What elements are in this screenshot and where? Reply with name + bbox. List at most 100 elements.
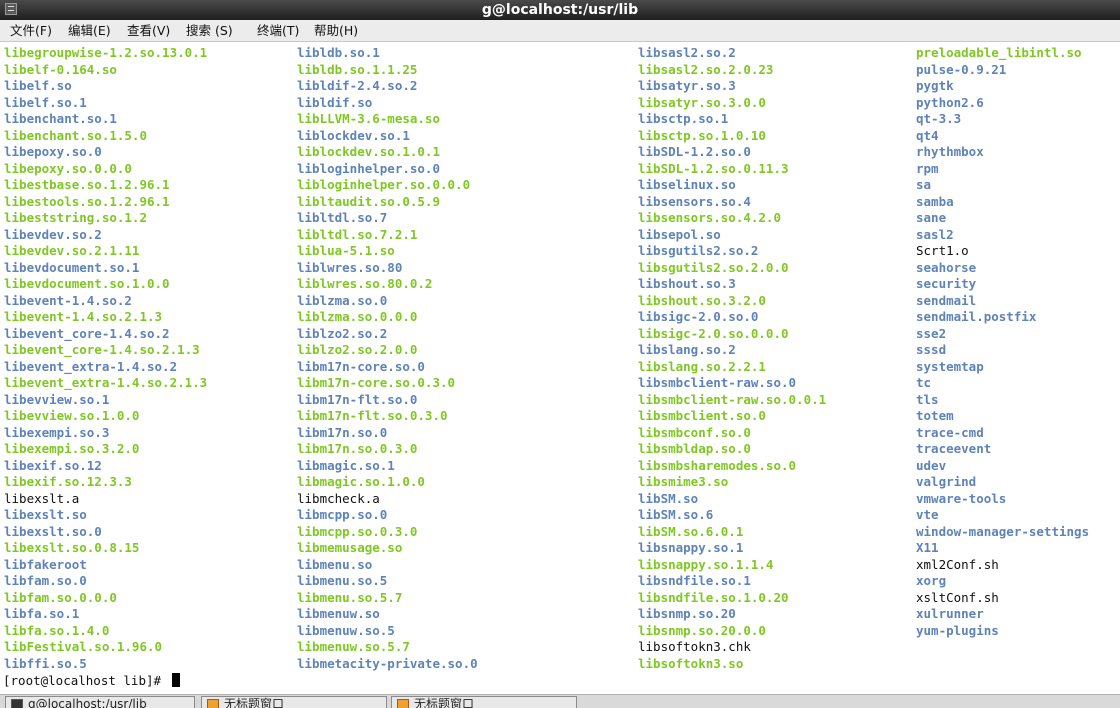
file-entry: libsepol.so bbox=[638, 226, 721, 242]
file-entry: python2.6 bbox=[916, 94, 984, 110]
file-entry: samba bbox=[916, 193, 954, 209]
file-entry: libevdev.so.2.1.11 bbox=[4, 243, 140, 258]
title-bar[interactable]: g@localhost:/usr/lib bbox=[0, 0, 1120, 20]
file-entry: xml2Conf.sh bbox=[916, 556, 999, 572]
listing-column-3: libsasl2.so.2 libsasl2.so.2.0.23 libsatyr.… bbox=[638, 45, 826, 672]
window-icon bbox=[397, 699, 409, 708]
file-entry: libsnappy.so.1 bbox=[638, 540, 744, 555]
file-entry: libsmbsharemodes.so.0 bbox=[638, 457, 797, 473]
file-entry: sane bbox=[916, 210, 947, 225]
file-entry: libepoxy.so.0 bbox=[4, 144, 102, 159]
file-entry: libffi.so.5 bbox=[4, 655, 87, 671]
file-entry: libsatyr.so.3.0.0 bbox=[638, 94, 766, 110]
file-entry: libevent-1.4.so.2.1.3 bbox=[4, 309, 163, 324]
file-entry: libsigc-2.0.so.0 bbox=[638, 309, 759, 324]
taskbar-item-label: 无标题窗口 bbox=[414, 697, 475, 708]
menu-search[interactable]: 搜索 (S) bbox=[186, 20, 233, 42]
file-entry: libm17n.so.0.3.0 bbox=[297, 441, 418, 456]
text-cursor bbox=[171, 673, 180, 687]
menu-terminal[interactable]: 终端(T) bbox=[257, 20, 299, 42]
file-entry: libslang.so.2 bbox=[638, 342, 736, 357]
file-entry: libm17n-flt.so.0 bbox=[297, 391, 418, 407]
file-entry: qt-3.3 bbox=[916, 111, 962, 126]
file-entry: libltaudit.so.0.5.9 bbox=[297, 193, 440, 209]
taskbar-item-terminal[interactable]: g@localhost:/usr/lib bbox=[5, 696, 195, 708]
file-entry: libexslt.so.0 bbox=[4, 523, 102, 539]
file-entry: liblzo2.so.2 bbox=[297, 325, 388, 341]
file-entry: libsensors.so.4.2.0 bbox=[638, 210, 781, 225]
file-entry: libsmime3.so bbox=[638, 474, 729, 489]
file-entry: libexslt.a bbox=[4, 490, 80, 506]
file-entry: libepoxy.so.0.0.0 bbox=[4, 160, 132, 176]
file-entry: libenchant.so.1 bbox=[4, 111, 117, 126]
file-entry: totem bbox=[916, 408, 954, 423]
file-entry: sendmail.postfix bbox=[916, 309, 1037, 324]
file-entry: libevent_core-1.4.so.2.1.3 bbox=[4, 342, 200, 357]
file-entry: libloginhelper.so.0.0.0 bbox=[297, 177, 471, 192]
file-entry: vmware-tools bbox=[916, 490, 1007, 506]
taskbar-item-label: g@localhost:/usr/lib bbox=[28, 697, 147, 708]
file-entry: libltdl.so.7 bbox=[297, 210, 388, 225]
file-entry: preloadable_libintl.so bbox=[916, 45, 1082, 60]
file-entry: liblua-5.1.so bbox=[297, 243, 395, 258]
file-entry: libmemusage.so bbox=[297, 540, 403, 555]
file-entry: liblzma.so.0.0.0 bbox=[297, 309, 418, 324]
file-entry: yum-plugins bbox=[916, 622, 999, 638]
listing-column-1: libegroupwise-1.2.so.13.0.1 libelf-0.164.… bbox=[4, 45, 207, 672]
file-entry: liblwres.so.80 bbox=[297, 259, 403, 275]
file-entry: libevdev.so.2 bbox=[4, 226, 102, 242]
file-entry: traceevent bbox=[916, 441, 992, 456]
file-entry: libmetacity-private.so.0 bbox=[297, 655, 478, 671]
file-entry: libsasl2.so.2.0.23 bbox=[638, 61, 774, 77]
file-entry: liblzo2.so.2.0.0 bbox=[297, 342, 418, 357]
file-entry: libfam.so.0.0.0 bbox=[4, 589, 117, 605]
prompt-text: [root@localhost lib]# bbox=[3, 673, 169, 688]
file-entry: pygtk bbox=[916, 78, 954, 93]
file-entry: seahorse bbox=[916, 259, 977, 275]
terminal-output[interactable]: libegroupwise-1.2.so.13.0.1 libelf-0.164.… bbox=[0, 42, 1120, 694]
file-entry: libevent-1.4.so.2 bbox=[4, 292, 132, 308]
file-entry: libsmbldap.so.0 bbox=[638, 441, 751, 456]
file-entry: xsltConf.sh bbox=[916, 589, 999, 605]
shell-prompt[interactable]: [root@localhost lib]# bbox=[3, 673, 180, 690]
listing-column-2: libldb.so.1 libldb.so.1.1.25 libldif-2.4.s… bbox=[297, 45, 478, 672]
file-entry: libexslt.so.0.8.15 bbox=[4, 540, 140, 555]
file-entry: xulrunner bbox=[916, 606, 984, 621]
file-entry: libldif-2.4.so.2 bbox=[297, 78, 418, 93]
window-title: g@localhost:/usr/lib bbox=[481, 2, 639, 18]
file-entry: libsnmp.so.20 bbox=[638, 606, 736, 621]
file-entry: X11 bbox=[916, 540, 939, 555]
taskbar-item-untitled-1[interactable]: 无标题窗口 bbox=[201, 696, 387, 708]
file-entry: libmenuw.so bbox=[297, 606, 380, 621]
file-entry: libelf.so bbox=[4, 78, 72, 93]
terminal-icon bbox=[11, 699, 23, 708]
file-entry: libSDL-1.2.so.0.11.3 bbox=[638, 160, 789, 176]
file-entry: libLLVM-3.6-mesa.so bbox=[297, 111, 440, 126]
file-entry: libSM.so.6.0.1 bbox=[638, 523, 744, 539]
file-entry: libestbase.so.1.2.96.1 bbox=[4, 177, 170, 192]
file-entry: security bbox=[916, 276, 977, 291]
file-entry: libfa.so.1.4.0 bbox=[4, 622, 110, 638]
file-entry: libslang.so.2.2.1 bbox=[638, 358, 766, 374]
file-entry: libsnappy.so.1.1.4 bbox=[638, 556, 774, 572]
file-entry: libmcpp.so.0.3.0 bbox=[297, 523, 418, 539]
menu-help[interactable]: 帮助(H) bbox=[314, 20, 358, 42]
file-entry: systemtap bbox=[916, 358, 984, 374]
file-entry: libldb.so.1 bbox=[297, 45, 380, 60]
file-entry: libsgutils2.so.2.0.0 bbox=[638, 259, 789, 275]
menu-file[interactable]: 文件(F) bbox=[10, 20, 52, 42]
menu-edit[interactable]: 编辑(E) bbox=[68, 20, 111, 42]
file-entry: trace-cmd bbox=[916, 424, 984, 440]
file-entry: Scrt1.o bbox=[916, 243, 969, 258]
taskbar-item-untitled-2[interactable]: 无标题窗口 bbox=[391, 696, 577, 708]
file-entry: libmenu.so bbox=[297, 556, 373, 572]
file-entry: libelf-0.164.so bbox=[4, 61, 117, 77]
file-entry: libfa.so.1 bbox=[4, 606, 80, 621]
file-entry: libestools.so.1.2.96.1 bbox=[4, 193, 170, 209]
file-entry: libsasl2.so.2 bbox=[638, 45, 736, 60]
file-entry: libSM.so.6 bbox=[638, 507, 714, 522]
file-entry: libmcheck.a bbox=[297, 490, 380, 506]
menu-view[interactable]: 查看(V) bbox=[127, 20, 170, 42]
file-entry: sse2 bbox=[916, 325, 947, 341]
file-entry: libeststring.so.1.2 bbox=[4, 210, 147, 225]
